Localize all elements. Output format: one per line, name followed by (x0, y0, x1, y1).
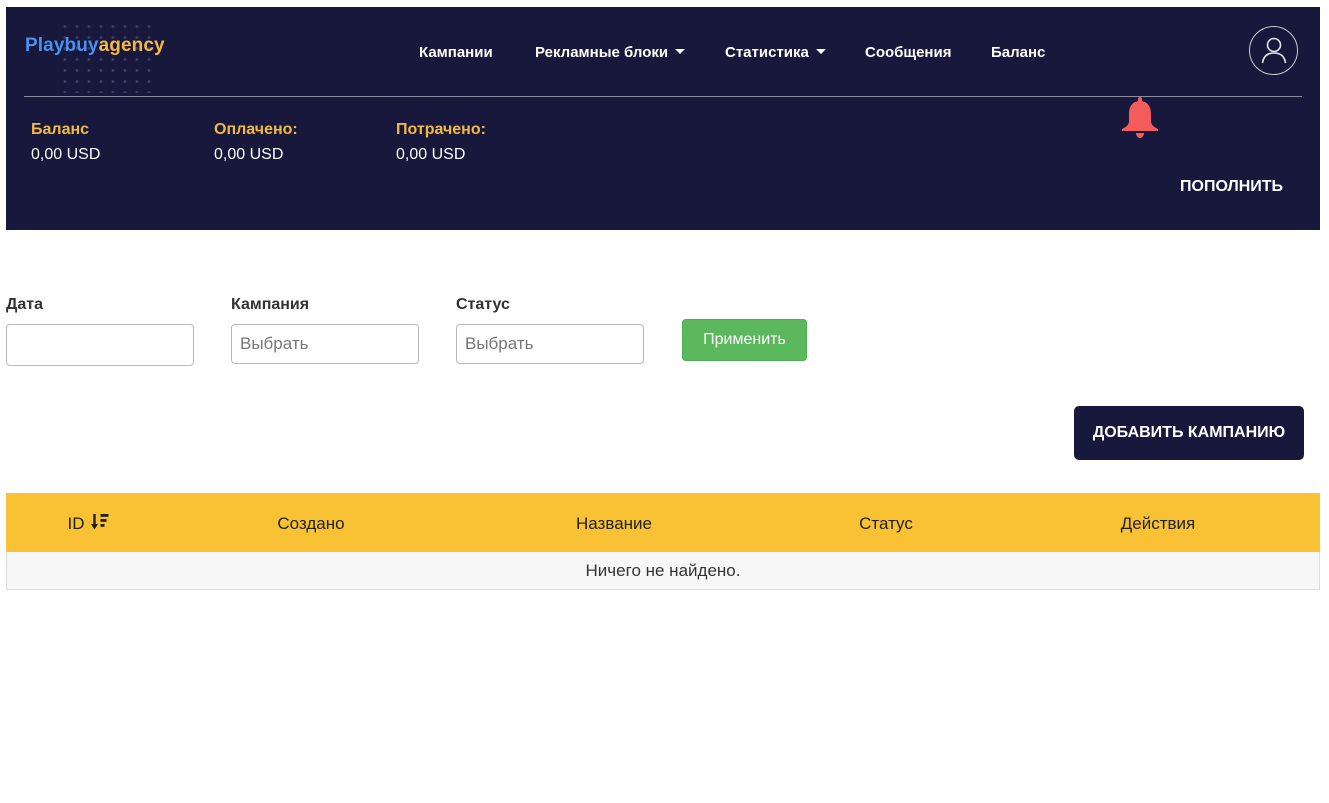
stat-paid: Оплачено: 0,00 USD (214, 120, 298, 165)
bell-icon (1122, 97, 1158, 138)
user-avatar-button[interactable] (1249, 26, 1298, 75)
column-header-label: ID (67, 514, 85, 533)
nav-item-statistics[interactable]: Статистика (725, 44, 826, 61)
apply-filters-button[interactable]: Применить (682, 319, 807, 361)
nav-item-label: Статистика (725, 44, 809, 61)
stat-value: 0,00 USD (31, 146, 101, 163)
date-filter-label: Дата (6, 296, 44, 313)
campaigns-table: ID Создано Название Статус Действия Ниче… (6, 493, 1320, 590)
add-campaign-button[interactable]: ДОБАВИТЬ КАМПАНИЮ (1074, 406, 1304, 460)
stat-label: Баланс (31, 121, 90, 138)
campaign-filter-input[interactable] (231, 324, 419, 364)
status-filter-label: Статус (456, 296, 510, 313)
header-divider (24, 96, 1302, 97)
status-filter-input[interactable] (456, 324, 644, 364)
column-header-status[interactable]: Статус (859, 493, 913, 552)
column-header-id[interactable]: ID (68, 493, 109, 552)
nav-item-balance[interactable]: Баланс (991, 44, 1045, 61)
stat-label: Потрачено: (396, 121, 486, 138)
caret-down-icon (815, 49, 826, 54)
nav-item-label: Сообщения (865, 44, 952, 61)
campaign-filter-label: Кампания (231, 296, 310, 313)
table-empty-row: Ничего не найдено. (6, 552, 1320, 590)
nav-item-ad-blocks[interactable]: Рекламные блоки (535, 44, 686, 61)
stat-spent: Потрачено: 0,00 USD (396, 120, 486, 165)
column-header-name[interactable]: Название (576, 493, 652, 552)
topup-button[interactable]: ПОПОЛНИТЬ (1180, 178, 1283, 196)
top-header: Playbuyagency Кампании Рекламные блоки С… (6, 7, 1320, 230)
stat-label: Оплачено: (214, 121, 298, 138)
sort-desc-icon (91, 495, 109, 556)
notification-bell-button[interactable] (1120, 97, 1160, 144)
nav-item-label: Баланс (991, 44, 1046, 61)
caret-down-icon (675, 49, 686, 54)
column-header-created[interactable]: Создано (277, 493, 344, 552)
empty-state-text: Ничего не найдено. (585, 561, 741, 580)
table-header-row: ID Создано Название Статус Действия (6, 493, 1320, 552)
stat-value: 0,00 USD (214, 146, 284, 163)
stat-balance: Баланс 0,00 USD (31, 120, 100, 165)
column-header-actions: Действия (1120, 514, 1196, 533)
nav-item-messages[interactable]: Сообщения (865, 44, 951, 61)
nav-item-label: Рекламные блоки (535, 44, 669, 61)
nav-item-campaigns[interactable]: Кампании (419, 44, 493, 61)
date-filter-input[interactable] (6, 324, 194, 366)
nav-item-label: Кампании (419, 44, 493, 61)
main-nav: Кампании Рекламные блоки Статистика Сооб… (6, 44, 1320, 64)
user-icon (1261, 37, 1287, 64)
stat-value: 0,00 USD (396, 146, 466, 163)
